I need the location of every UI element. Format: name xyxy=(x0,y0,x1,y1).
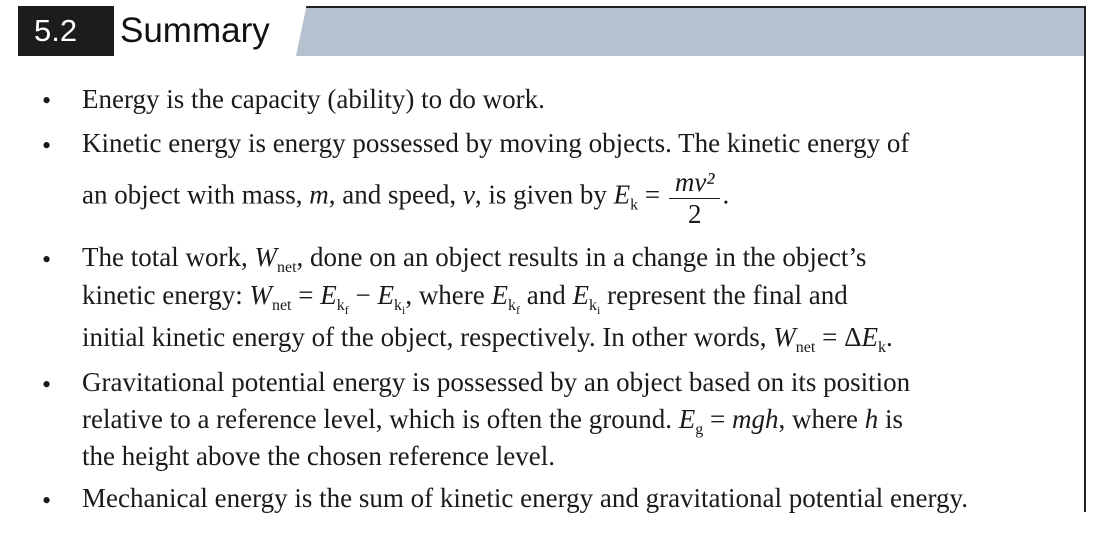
bullet-4-line-3: the height above the chosen reference le… xyxy=(82,441,556,471)
bullet-2-line-1: Kinetic energy is energy possessed by mo… xyxy=(82,128,910,158)
bullet-3-line-3: initial kinetic energy of the object, re… xyxy=(82,322,893,356)
bullet-2-line-2: an object with mass, m, and speed, v, is… xyxy=(82,166,730,229)
bullet-marker: • xyxy=(42,131,52,160)
bullet-marker: • xyxy=(42,370,52,399)
bullet-4-line-2: relative to a reference level, which is … xyxy=(82,404,903,438)
bullet-marker: • xyxy=(42,486,52,515)
bullet-3-line-1: The total work, Wnet, done on an object … xyxy=(82,242,867,276)
bullet-5-line-1: Mechanical energy is the sum of kinetic … xyxy=(82,483,968,513)
summary-list: • Energy is the capacity (ability) to do… xyxy=(0,0,1098,535)
bullet-1-line-1: Energy is the capacity (ability) to do w… xyxy=(82,84,545,114)
kinetic-energy-fraction: mv² 2 xyxy=(668,166,721,229)
bullet-marker: • xyxy=(42,86,52,115)
bullet-3-line-2: kinetic energy: Wnet = Ekf − Eki, where … xyxy=(82,280,848,317)
bullet-marker: • xyxy=(42,245,52,274)
bullet-4-line-1: Gravitational potential energy is posses… xyxy=(82,367,911,397)
